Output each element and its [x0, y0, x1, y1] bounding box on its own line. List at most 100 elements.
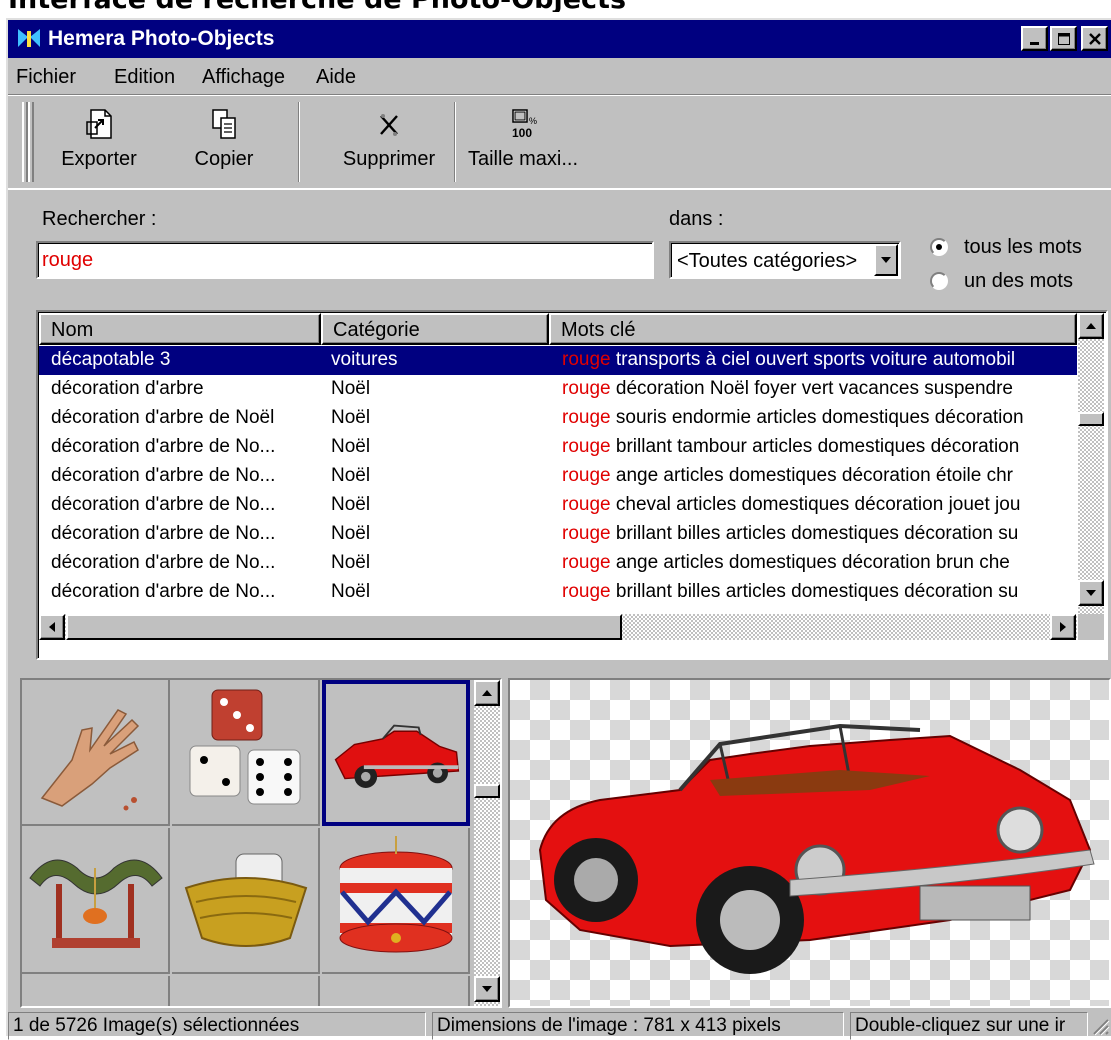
keywords-rest: brillant billes articles domestiques déc… — [610, 581, 1019, 602]
gallery-vertical-scrollbar[interactable] — [474, 680, 500, 1006]
minimize-button[interactable] — [1021, 26, 1048, 51]
scroll-left-button[interactable] — [39, 614, 65, 640]
close-button[interactable] — [1081, 26, 1108, 51]
radio-all-words[interactable]: tous les mots — [930, 236, 1100, 260]
cell-category: Noël — [331, 581, 371, 602]
keyword-match: rouge — [562, 465, 611, 486]
keywords-rest: transports à ciel ouvert sports voiture … — [610, 349, 1016, 370]
export-label: Exporter — [61, 148, 137, 170]
radio-any-word-circle[interactable] — [930, 272, 948, 290]
delete-button[interactable]: Supprimer — [326, 100, 452, 184]
gallery-scroll-down-button[interactable] — [474, 976, 500, 1002]
table-row[interactable]: décoration d'arbre de No... Noël rouge a… — [39, 549, 1077, 578]
keywords-rest: ange articles domestiques décoration bru… — [610, 552, 1010, 573]
radio-any-word[interactable]: un des mots — [930, 270, 1100, 294]
red-convertible-car-image — [538, 723, 1095, 974]
table-row[interactable]: décoration d'arbre de No... Noël rouge b… — [39, 578, 1077, 607]
keywords-rest: cheval articles domestiques décoration j… — [610, 494, 1021, 515]
category-select[interactable]: <Toutes catégories> — [669, 241, 901, 279]
column-header-nom[interactable]: Nom — [39, 313, 321, 345]
table-row[interactable]: décapotable 3 voitures rouge transports … — [39, 346, 1077, 375]
radio-selected-dot — [936, 244, 942, 250]
cell-name: décapotable 3 — [51, 349, 171, 370]
cell-keywords: rouge décoration Noël foyer vert vacance… — [562, 378, 1070, 400]
menu-edition[interactable]: Edition — [114, 66, 175, 89]
cell-category: Noël — [331, 378, 371, 399]
image-preview[interactable] — [508, 678, 1111, 1008]
cell-name: décoration d'arbre de No... — [51, 523, 276, 544]
basket-icon — [184, 853, 308, 947]
cell-keywords: rouge brillant tambour articles domestiq… — [562, 436, 1070, 458]
arrow-down-icon — [482, 986, 492, 992]
thumbnail-dice[interactable] — [172, 680, 320, 826]
column-header-mots-cle[interactable]: Mots clé — [549, 313, 1077, 345]
thumbnail-gallery — [20, 678, 502, 1008]
thumbnail-partial-3[interactable] — [322, 976, 470, 1006]
keyword-match: rouge — [562, 494, 611, 515]
arrow-up-icon — [482, 690, 492, 696]
menu-fichier[interactable]: Fichier — [16, 66, 76, 89]
keyword-match: rouge — [562, 523, 611, 544]
thumbnail-basket[interactable] — [172, 828, 320, 974]
copy-button[interactable]: Copier — [164, 100, 284, 184]
delete-icon — [380, 114, 398, 136]
table-row[interactable]: décoration d'arbre de No... Noël rouge c… — [39, 491, 1077, 520]
table-row[interactable]: décoration d'arbre de No... Noël rouge b… — [39, 433, 1077, 462]
chevron-down-icon — [881, 257, 891, 263]
cell-keywords: rouge ange articles domestiques décorati… — [562, 552, 1070, 574]
keywords-rest: brillant tambour articles domestiques dé… — [610, 436, 1020, 457]
title-bar[interactable]: Hemera Photo-Objects — [8, 20, 1111, 58]
column-header-categorie[interactable]: Catégorie — [321, 313, 549, 345]
horizontal-scroll-thumb[interactable] — [66, 614, 622, 640]
table-row[interactable]: décoration d'arbre Noël rouge décoration… — [39, 375, 1077, 404]
thumbnail-partial-2[interactable] — [172, 976, 320, 1006]
export-button[interactable]: Exporter — [44, 100, 154, 184]
thumbnail-convertible[interactable] — [322, 680, 470, 826]
cell-keywords: rouge brillant billes articles domestiqu… — [562, 581, 1070, 603]
scroll-up-button[interactable] — [1078, 313, 1104, 339]
table-header: Nom Catégorie Mots clé — [39, 313, 1077, 345]
menu-aide[interactable]: Aide — [316, 66, 356, 89]
cell-name: décoration d'arbre de No... — [51, 581, 276, 602]
scroll-right-button[interactable] — [1050, 614, 1076, 640]
keywords-rest: souris endormie articles domestiques déc… — [610, 407, 1024, 428]
resize-grip-icon[interactable] — [1090, 1016, 1110, 1036]
cell-keywords: rouge cheval articles domestiques décora… — [562, 494, 1070, 516]
copy-label: Copier — [194, 148, 254, 170]
cell-name: décoration d'arbre de No... — [51, 494, 276, 515]
page-heading: Interface de recherche de Photo-Objects — [8, 0, 626, 12]
table-row[interactable]: décoration d'arbre de No... Noël rouge b… — [39, 520, 1077, 549]
gallery-scroll-up-button[interactable] — [474, 680, 500, 706]
hemera-logo-icon — [18, 29, 40, 47]
results-table[interactable]: Nom Catégorie Mots clé décapotable 3 voi… — [36, 310, 1108, 660]
table-row[interactable]: décoration d'arbre de No... Noël rouge a… — [39, 462, 1077, 491]
thumbnail-drum[interactable] — [322, 828, 470, 974]
svg-text:%: % — [529, 116, 537, 126]
search-input[interactable]: rouge — [36, 241, 654, 279]
table-row[interactable]: décoration d'arbre de Noël Noël rouge so… — [39, 404, 1077, 433]
radio-all-words-circle[interactable] — [930, 238, 948, 256]
delete-label: Supprimer — [342, 148, 436, 170]
maximize-button[interactable] — [1050, 26, 1077, 51]
max-size-button[interactable]: 100 % Taille maxi... — [460, 100, 586, 184]
arrow-right-icon — [1060, 622, 1066, 632]
keyword-match: rouge — [562, 407, 611, 428]
scroll-thumb[interactable] — [1078, 412, 1104, 426]
drum-icon — [339, 836, 453, 953]
thumbnail-partial-1[interactable] — [22, 976, 170, 1006]
export-icon — [86, 109, 112, 139]
arrow-down-icon — [1086, 590, 1096, 596]
gallery-scroll-thumb[interactable] — [474, 784, 500, 798]
cell-keywords: rouge ange articles domestiques décorati… — [562, 465, 1070, 487]
scroll-down-button[interactable] — [1078, 580, 1104, 606]
thumbnail-ornament-swing[interactable] — [22, 828, 170, 974]
cell-category: Noël — [331, 465, 371, 486]
thumbnail-hand[interactable] — [22, 680, 170, 826]
dice-icon — [189, 689, 301, 805]
cell-name: décoration d'arbre — [51, 378, 204, 399]
menu-bar: Fichier Edition Affichage Aide — [8, 60, 1111, 92]
category-dropdown-button[interactable] — [874, 244, 898, 276]
menu-affichage[interactable]: Affichage — [202, 66, 285, 89]
max-size-icon: 100 % — [512, 109, 537, 140]
cell-category: Noël — [331, 552, 371, 573]
